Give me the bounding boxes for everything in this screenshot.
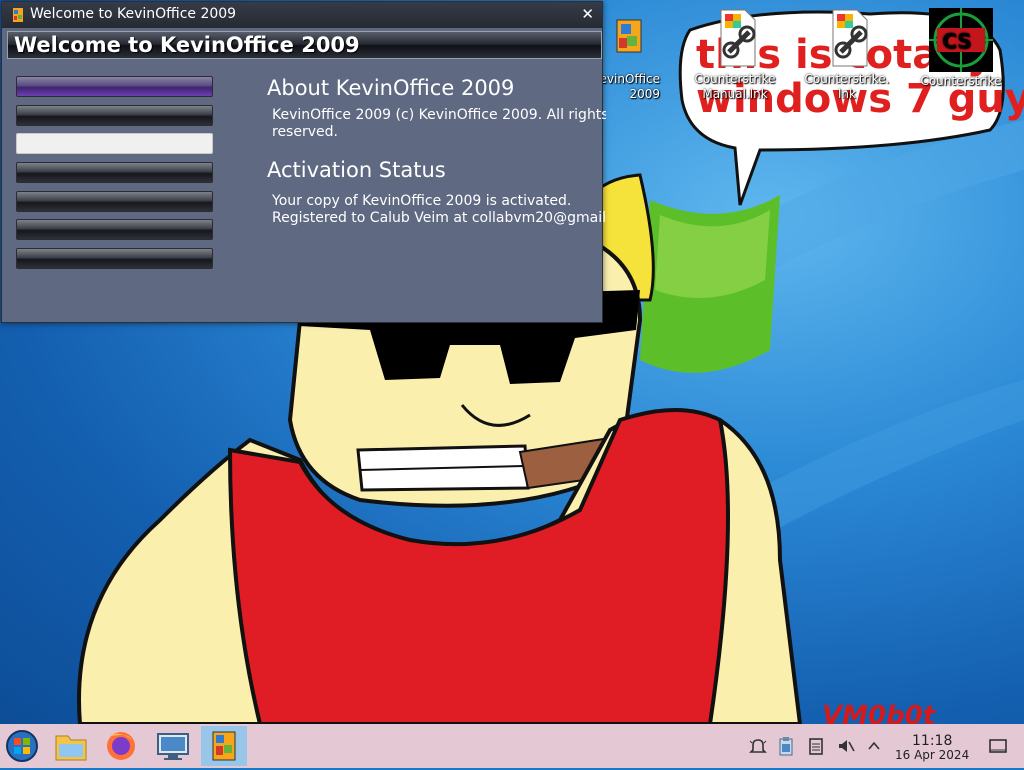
about-text: KevinOffice 2009 (c) KevinOffice 2009. A… [272, 107, 606, 140]
desktop-icon-label: Counterstrike Manual.lnk [694, 72, 776, 101]
nav-button-3[interactable] [16, 133, 213, 154]
kevinoffice-icon [10, 7, 26, 23]
clock-time[interactable]: 11:18 [912, 733, 952, 749]
volume-muted-icon[interactable] [836, 736, 856, 756]
start-orb-icon[interactable] [0, 726, 46, 766]
nav-button-5[interactable] [16, 191, 213, 212]
nav-button-7[interactable] [16, 248, 213, 269]
file-manager-icon[interactable] [48, 726, 94, 766]
clipboard-icon[interactable] [776, 736, 796, 756]
counterstrike-icon: CS [929, 8, 993, 72]
expand-tray-icon[interactable] [864, 736, 884, 756]
about-heading: About KevinOffice 2009 [267, 76, 515, 100]
show-desktop-icon[interactable] [988, 736, 1008, 756]
storage-icon[interactable] [806, 736, 826, 756]
system-settings-icon[interactable] [150, 726, 196, 766]
notifications-icon[interactable] [748, 736, 768, 756]
window-title: Welcome to KevinOffice 2009 [30, 6, 237, 22]
taskbar [0, 724, 1024, 768]
close-icon[interactable]: ✕ [581, 5, 594, 23]
desktop-icon-label: Counterstrike [920, 74, 1002, 88]
office-icon [599, 14, 647, 66]
clock-date[interactable]: 16 Apr 2024 [895, 748, 969, 762]
activation-text: Your copy of KevinOffice 2009 is activat… [272, 193, 606, 226]
shortcut-document-icon [823, 8, 871, 67]
nav-button-4[interactable] [16, 162, 213, 183]
nav-button-2[interactable] [16, 105, 213, 126]
firefox-icon[interactable] [98, 726, 144, 766]
svg-text:VM0b0t: VM0b0t [822, 701, 937, 724]
welcome-banner: Welcome to KevinOffice 2009 [7, 31, 602, 59]
welcome-window: Welcome to KevinOffice 2009 ✕ Welcome to… [1, 1, 606, 323]
nav-button-1[interactable] [16, 76, 213, 97]
kevinoffice-icon[interactable] [201, 726, 247, 766]
shortcut-document-icon [711, 8, 759, 67]
svg-text:CS: CS [942, 29, 971, 53]
banner-title: Welcome to KevinOffice 2009 [14, 33, 360, 57]
desktop-icon-counterstrike-lnk[interactable]: Counterstrike. lnk [802, 8, 892, 102]
nav-button-6[interactable] [16, 219, 213, 240]
desktop-icon-label: Counterstrike. lnk [804, 72, 890, 101]
activation-heading: Activation Status [267, 158, 446, 182]
desktop-icon-counterstrike-manual[interactable]: Counterstrike Manual.lnk [690, 8, 780, 102]
title-bar[interactable]: Welcome to KevinOffice 2009 ✕ [2, 2, 602, 28]
desktop-icon-counterstrike[interactable]: CS Counterstrike [916, 8, 1006, 89]
